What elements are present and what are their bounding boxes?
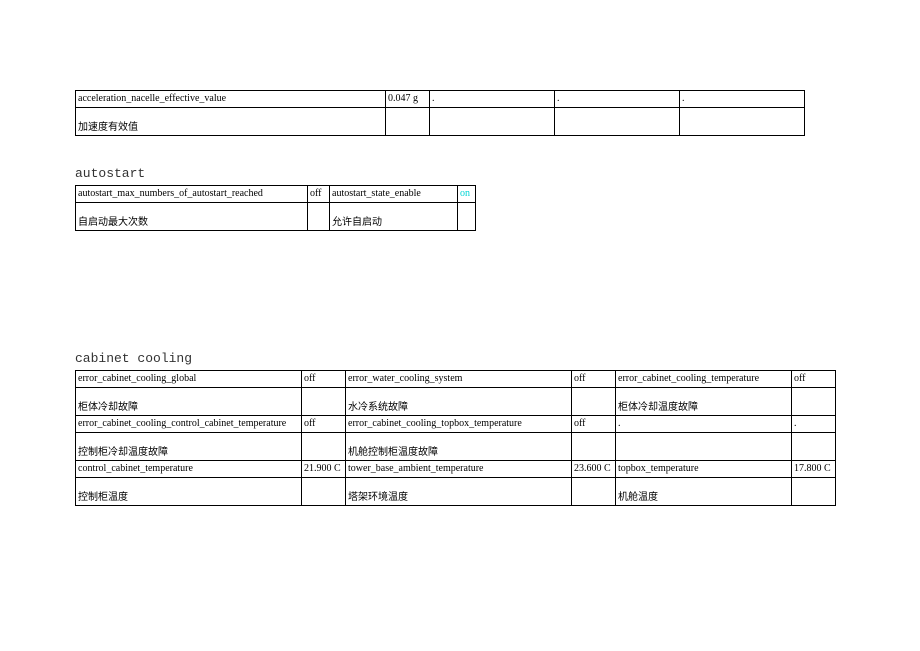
- empty-cell: [386, 108, 430, 136]
- empty-cell: [792, 433, 836, 461]
- empty-cell: [792, 388, 836, 416]
- empty-cell: [308, 203, 330, 231]
- cabinet-r1-c3-cn: [616, 433, 792, 461]
- cabinet-r0-c1-cn: 柜体冷却故障: [76, 388, 302, 416]
- cabinet-r0-c3-value: off: [792, 371, 836, 388]
- cabinet-r1-c2-cn: 机舱控制柜温度故障: [346, 433, 572, 461]
- empty-cell: [302, 388, 346, 416]
- accel-label-cn: 加速度有效值: [76, 108, 386, 136]
- autostart-enable-cn: 允许自启动: [330, 203, 458, 231]
- cabinet-title: cabinet cooling: [75, 351, 845, 366]
- dot-cell: .: [555, 91, 680, 108]
- cabinet-r2-c2-label: tower_base_ambient_temperature: [346, 461, 572, 478]
- dot-cell: .: [430, 91, 555, 108]
- cabinet-r1-c3-value: .: [792, 416, 836, 433]
- autostart-max-label: autostart_max_numbers_of_autostart_reach…: [76, 186, 308, 203]
- cabinet-r0-c3-label: error_cabinet_cooling_temperature: [616, 371, 792, 388]
- empty-cell: [555, 108, 680, 136]
- autostart-enable-value: on: [458, 186, 476, 203]
- cabinet-r2-c3-cn: 机舱温度: [616, 478, 792, 506]
- empty-cell: [572, 478, 616, 506]
- acceleration-table: acceleration_nacelle_effective_value 0.0…: [75, 90, 805, 136]
- empty-cell: [302, 478, 346, 506]
- accel-label-en: acceleration_nacelle_effective_value: [76, 91, 386, 108]
- cabinet-table: error_cabinet_cooling_global off error_w…: [75, 370, 836, 506]
- cabinet-r1-c2-value: off: [572, 416, 616, 433]
- cabinet-r2-c2-cn: 塔架环境温度: [346, 478, 572, 506]
- empty-cell: [430, 108, 555, 136]
- empty-cell: [792, 478, 836, 506]
- cabinet-r2-c3-label: topbox_temperature: [616, 461, 792, 478]
- empty-cell: [302, 433, 346, 461]
- cabinet-r1-c1-cn: 控制柜冷却温度故障: [76, 433, 302, 461]
- accel-value: 0.047 g: [386, 91, 430, 108]
- cabinet-r2-c1-value: 21.900 C: [302, 461, 346, 478]
- autostart-table: autostart_max_numbers_of_autostart_reach…: [75, 185, 476, 231]
- cabinet-r1-c3-label: .: [616, 416, 792, 433]
- empty-cell: [572, 433, 616, 461]
- empty-cell: [572, 388, 616, 416]
- cabinet-r2-c3-value: 17.800 C: [792, 461, 836, 478]
- cabinet-r1-c2-label: error_cabinet_cooling_topbox_temperature: [346, 416, 572, 433]
- cabinet-r0-c2-cn: 水冷系统故障: [346, 388, 572, 416]
- cabinet-r2-c1-label: control_cabinet_temperature: [76, 461, 302, 478]
- cabinet-r0-c3-cn: 柜体冷却温度故障: [616, 388, 792, 416]
- cabinet-r0-c2-label: error_water_cooling_system: [346, 371, 572, 388]
- dot-cell: .: [680, 91, 805, 108]
- cabinet-r0-c2-value: off: [572, 371, 616, 388]
- autostart-title: autostart: [75, 166, 845, 181]
- cabinet-r0-c1-label: error_cabinet_cooling_global: [76, 371, 302, 388]
- autostart-max-value: off: [308, 186, 330, 203]
- cabinet-r2-c1-cn: 控制柜温度: [76, 478, 302, 506]
- autostart-max-cn: 自启动最大次数: [76, 203, 308, 231]
- cabinet-r1-c1-value: off: [302, 416, 346, 433]
- empty-cell: [458, 203, 476, 231]
- empty-cell: [680, 108, 805, 136]
- cabinet-r0-c1-value: off: [302, 371, 346, 388]
- cabinet-r2-c2-value: 23.600 C: [572, 461, 616, 478]
- autostart-enable-label: autostart_state_enable: [330, 186, 458, 203]
- cabinet-r1-c1-label: error_cabinet_cooling_control_cabinet_te…: [76, 416, 302, 433]
